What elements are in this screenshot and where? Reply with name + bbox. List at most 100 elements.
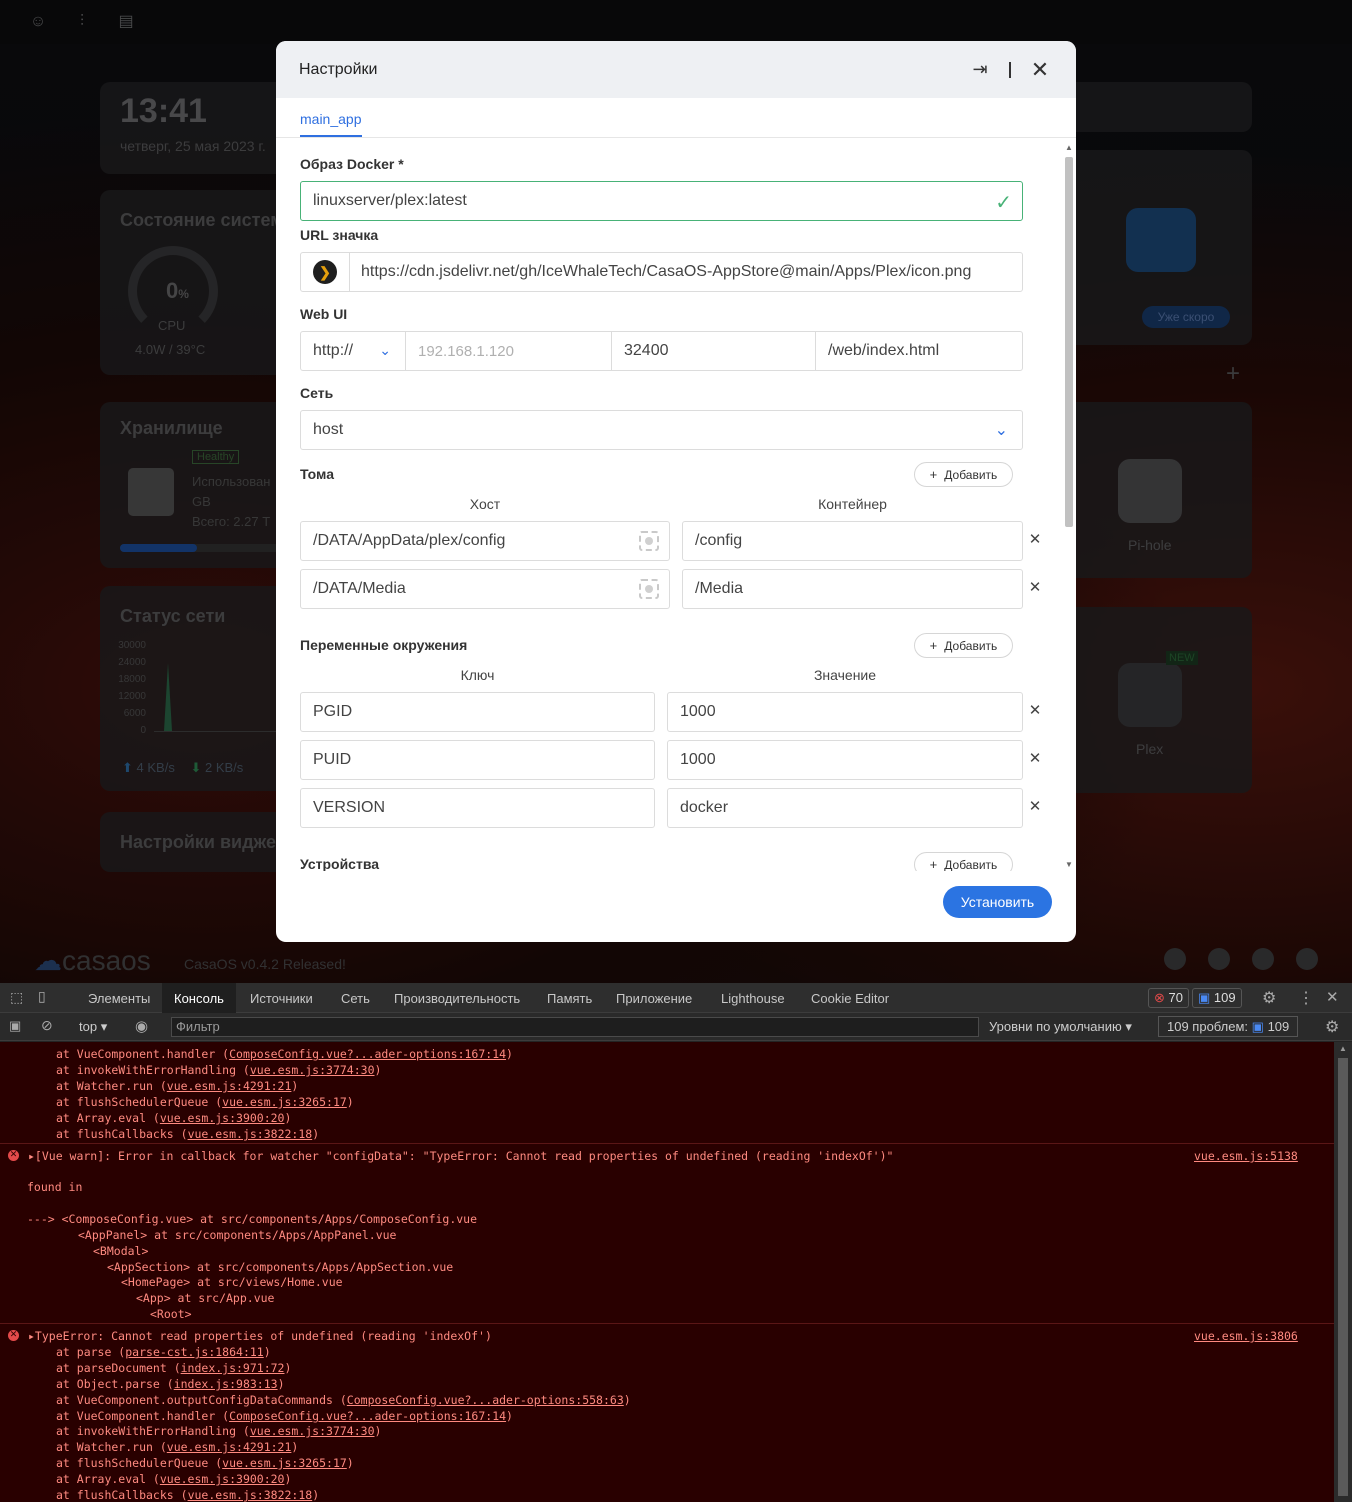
console-output: at VueComponent.handler (ComposeConfig.v… (0, 1042, 1334, 1502)
env-key-input[interactable]: VERSION (300, 788, 655, 828)
env-key-value: PGID (313, 703, 353, 720)
icon-url-label: URL значка (300, 227, 379, 243)
form-scrollbar[interactable]: ▲ ▼ (1064, 143, 1073, 869)
tab-cookie-editor[interactable]: Cookie Editor (811, 991, 889, 1006)
header-divider (1009, 61, 1011, 78)
source-link[interactable]: vue.esm.js:3900:20 (160, 1111, 285, 1125)
messages-badge[interactable]: ▣ 109 (1192, 988, 1242, 1008)
scroll-up-icon[interactable]: ▲ (1065, 143, 1073, 152)
tab-application[interactable]: Приложение (616, 991, 692, 1006)
plus-icon: + (929, 857, 938, 871)
console-line: found in (27, 1180, 83, 1194)
install-button[interactable]: Установить (943, 886, 1052, 918)
source-link[interactable]: ComposeConfig.vue?...ader-options:558:63 (347, 1393, 624, 1407)
add-device-button[interactable]: + Добавить (914, 852, 1013, 871)
source-link[interactable]: vue.esm.js:5138 (1194, 1148, 1298, 1164)
more-icon[interactable]: ⋮ (1298, 988, 1314, 1008)
container-column-header: Контейнер (818, 496, 887, 512)
tab-network[interactable]: Сеть (341, 991, 370, 1006)
console-scrollbar[interactable]: ▲ (1334, 1042, 1352, 1502)
issues-label: 109 проблем: (1167, 1019, 1249, 1034)
tab-elements[interactable]: Элементы (88, 991, 150, 1006)
export-icon[interactable]: ⇥ (967, 57, 993, 83)
source-link[interactable]: vue.esm.js:3774:30 (250, 1063, 375, 1077)
remove-volume-icon[interactable]: ✕ (1028, 578, 1042, 596)
webui-scheme-select[interactable]: http:// ⌄ (300, 331, 406, 371)
device-toggle-icon[interactable]: ▯ (38, 988, 46, 1005)
scroll-up-icon[interactable]: ▲ (1339, 1044, 1347, 1053)
add-volume-button[interactable]: + Добавить (914, 462, 1013, 487)
tab-sources[interactable]: Источники (250, 991, 313, 1006)
close-icon[interactable]: ✕ (1027, 57, 1053, 83)
source-link[interactable]: vue.esm.js:3900:20 (160, 1472, 285, 1486)
tab-memory[interactable]: Память (547, 991, 592, 1006)
source-link[interactable]: ComposeConfig.vue?...ader-options:167:14 (229, 1047, 506, 1061)
tab-console[interactable]: Консоль (162, 983, 236, 1013)
volume-host-input[interactable]: /DATA/AppData/plex/config (300, 521, 670, 561)
scroll-down-icon[interactable]: ▼ (1065, 860, 1073, 869)
add-env-button[interactable]: + Добавить (914, 633, 1013, 658)
console-scrollbar-thumb[interactable] (1338, 1058, 1348, 1496)
remove-env-icon[interactable]: ✕ (1028, 749, 1042, 767)
inspect-icon[interactable]: ⬚ (10, 989, 23, 1006)
source-link[interactable]: parse-cst.js:1864:11 (125, 1345, 263, 1359)
plus-icon: + (929, 467, 938, 482)
source-link[interactable]: vue.esm.js:3822:18 (188, 1488, 313, 1502)
source-link[interactable]: vue.esm.js:3265:17 (222, 1456, 347, 1470)
console-line: at Object.parse (index.js:983:13) (56, 1377, 285, 1391)
tab-main-app[interactable]: main_app (300, 111, 362, 137)
docker-image-input[interactable]: linuxserver/plex:latest ✓ (300, 181, 1023, 221)
focus-icon[interactable] (639, 579, 659, 599)
source-link[interactable]: index.js:983:13 (174, 1377, 278, 1391)
focus-icon[interactable] (639, 531, 659, 551)
levels-value: Уровни по умолчанию (989, 1019, 1122, 1034)
source-link[interactable]: vue.esm.js:3822:18 (188, 1127, 313, 1141)
console-error-message[interactable]: ▸TypeError: Cannot read properties of un… (28, 1328, 492, 1344)
icon-url-input[interactable]: ❯ https://cdn.jsdelivr.net/gh/IceWhaleTe… (300, 252, 1023, 292)
source-link[interactable]: vue.esm.js:4291:21 (167, 1440, 292, 1454)
volume-host-input[interactable]: /DATA/Media (300, 569, 670, 609)
remove-env-icon[interactable]: ✕ (1028, 797, 1042, 815)
env-value-input[interactable]: 1000 (667, 692, 1023, 732)
webui-label: Web UI (300, 306, 348, 322)
source-link[interactable]: vue.esm.js:3774:30 (250, 1424, 375, 1438)
source-link[interactable]: vue.esm.js:3265:17 (222, 1095, 347, 1109)
env-value-input[interactable]: docker (667, 788, 1023, 828)
network-select[interactable]: host ⌄ (300, 410, 1023, 450)
console-settings-icon[interactable]: ⚙ (1325, 1017, 1339, 1037)
filter-input[interactable]: Фильтр (171, 1017, 979, 1037)
source-link[interactable]: index.js:971:72 (181, 1361, 285, 1375)
errors-badge[interactable]: ⊗ 70 (1148, 988, 1189, 1008)
remove-volume-icon[interactable]: ✕ (1028, 530, 1042, 548)
settings-form: Образ Docker * linuxserver/plex:latest ✓… (276, 138, 1066, 871)
volume-container-input[interactable]: /config (682, 521, 1023, 561)
scrollbar-thumb[interactable] (1065, 157, 1073, 527)
eye-icon[interactable]: ◉ (135, 1017, 148, 1035)
webui-port-input[interactable]: 32400 (611, 331, 816, 371)
close-devtools-icon[interactable]: ✕ (1326, 988, 1339, 1006)
env-key-input[interactable]: PGID (300, 692, 655, 732)
casaos-dashboard: ☺ ⫶ ▤ 13:41 четверг, 25 мая 2023 г. Сост… (0, 0, 1352, 983)
tab-performance[interactable]: Производительность (394, 991, 520, 1006)
source-link[interactable]: vue.esm.js:3806 (1194, 1328, 1298, 1344)
env-value-input[interactable]: 1000 (667, 740, 1023, 780)
value-column-header: Значение (813, 667, 877, 683)
levels-select[interactable]: Уровни по умолчанию ▾ (989, 1019, 1132, 1035)
clear-console-icon[interactable]: ⊘ (41, 1017, 53, 1034)
console-error-message[interactable]: ▸[Vue warn]: Error in callback for watch… (28, 1148, 893, 1164)
volume-container-input[interactable]: /Media (682, 569, 1023, 609)
source-link[interactable]: vue.esm.js:4291:21 (167, 1079, 292, 1093)
issues-button[interactable]: 109 проблем: ▣ 109 (1158, 1016, 1299, 1037)
docker-image-value: linuxserver/plex:latest (313, 192, 467, 209)
settings-gear-icon[interactable]: ⚙ (1262, 988, 1276, 1008)
tab-lighthouse[interactable]: Lighthouse (721, 991, 785, 1006)
remove-env-icon[interactable]: ✕ (1028, 701, 1042, 719)
console-line: at VueComponent.handler (ComposeConfig.v… (56, 1409, 513, 1423)
network-label: Сеть (300, 385, 334, 401)
sidebar-toggle-icon[interactable]: ▣ (9, 1018, 21, 1034)
source-link[interactable]: ComposeConfig.vue?...ader-options:167:14 (229, 1409, 506, 1423)
context-select[interactable]: top ▾ (79, 1019, 107, 1035)
webui-path-input[interactable]: /web/index.html (815, 331, 1023, 371)
env-key-input[interactable]: PUID (300, 740, 655, 780)
webui-host-input[interactable]: 192.168.1.120 (405, 331, 612, 371)
